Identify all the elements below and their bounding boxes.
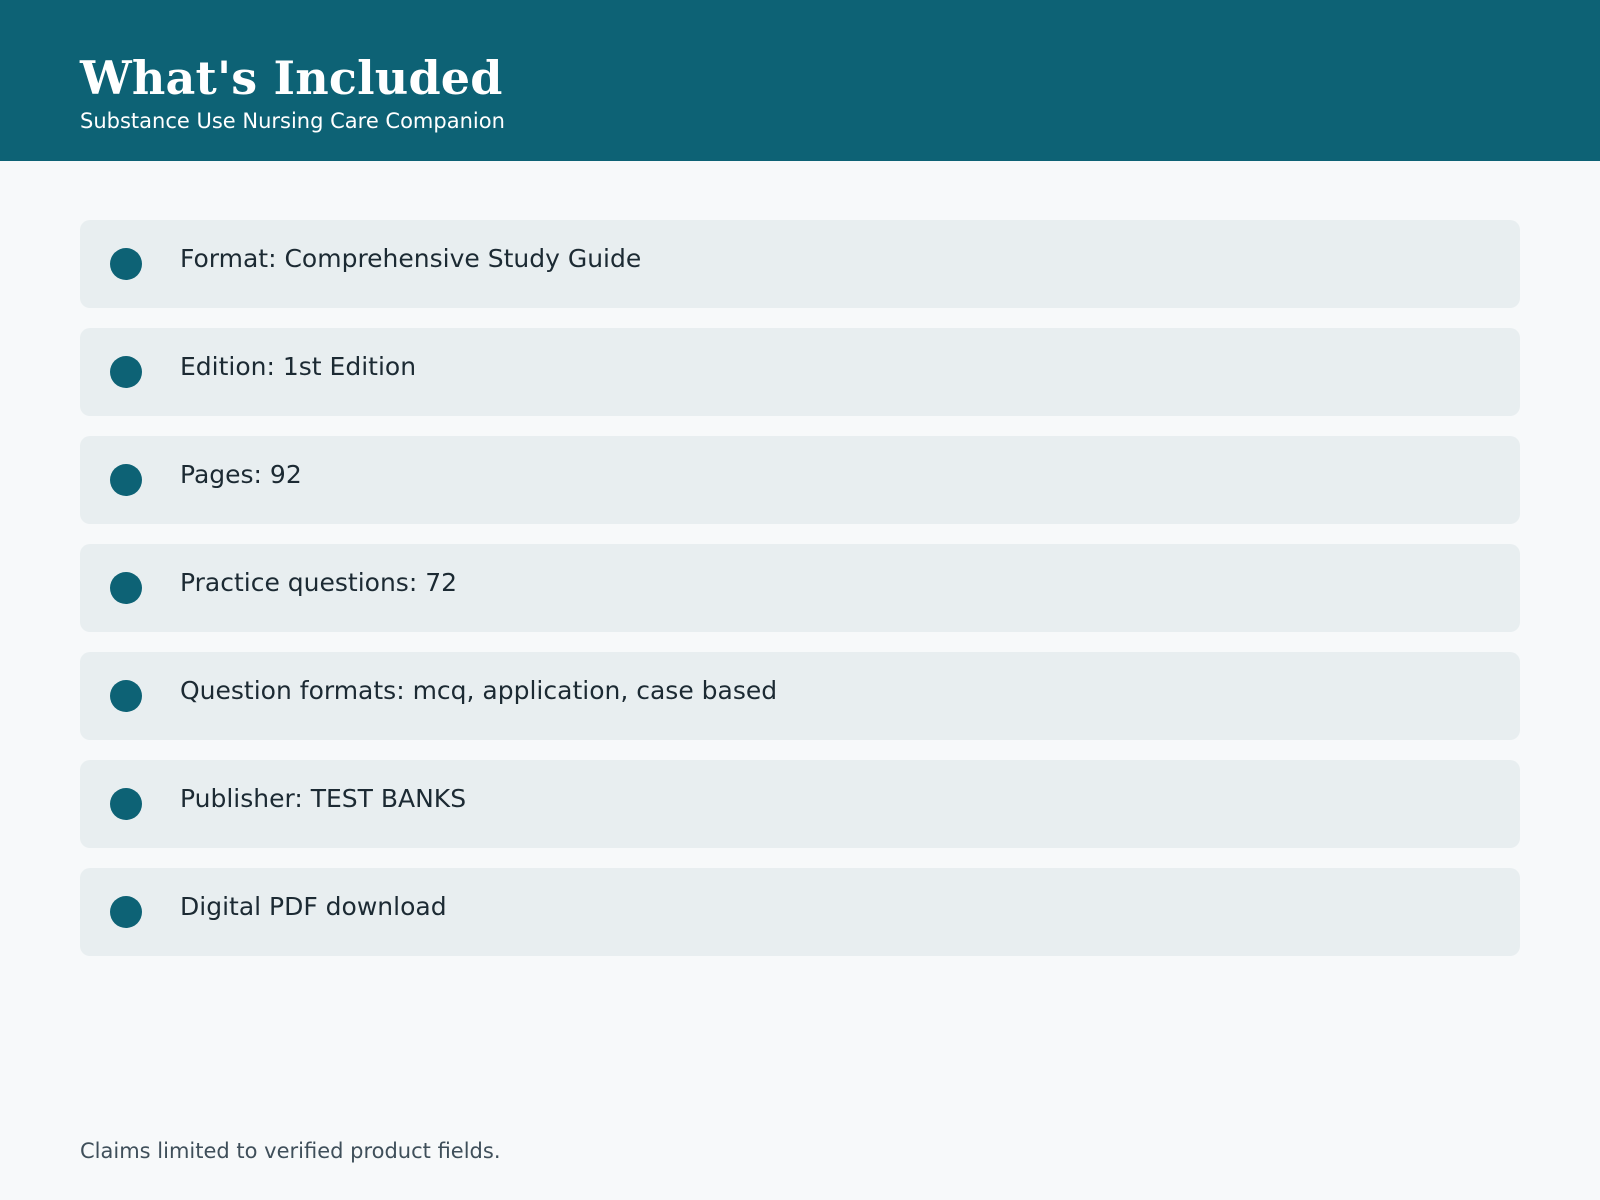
list-item: Digital PDF download (80, 868, 1520, 956)
feature-label: Digital PDF download (180, 892, 447, 921)
included-features-list: Format: Comprehensive Study Guide Editio… (80, 220, 1520, 976)
page-header: What's Included Substance Use Nursing Ca… (0, 0, 1600, 161)
list-item: Format: Comprehensive Study Guide (80, 220, 1520, 308)
page: What's Included Substance Use Nursing Ca… (0, 0, 1600, 1200)
feature-label: Publisher: TEST BANKS (180, 784, 467, 813)
feature-label: Question formats: mcq, application, case… (180, 676, 778, 705)
feature-label: Edition: 1st Edition (180, 352, 417, 381)
list-item: Practice questions: 72 (80, 544, 1520, 632)
bullet-dot-icon (110, 356, 142, 388)
bullet-dot-icon (110, 572, 142, 604)
list-item: Publisher: TEST BANKS (80, 760, 1520, 848)
page-subtitle: Substance Use Nursing Care Companion (80, 109, 505, 133)
feature-label: Pages: 92 (180, 460, 302, 489)
bullet-dot-icon (110, 248, 142, 280)
bullet-dot-icon (110, 788, 142, 820)
bullet-dot-icon (110, 896, 142, 928)
feature-label: Practice questions: 72 (180, 568, 458, 597)
list-item: Edition: 1st Edition (80, 328, 1520, 416)
footer-disclaimer: Claims limited to verified product field… (80, 1139, 501, 1163)
feature-label: Format: Comprehensive Study Guide (180, 244, 642, 273)
list-item: Pages: 92 (80, 436, 1520, 524)
page-title: What's Included (80, 51, 503, 105)
bullet-dot-icon (110, 464, 142, 496)
list-item: Question formats: mcq, application, case… (80, 652, 1520, 740)
bullet-dot-icon (110, 680, 142, 712)
